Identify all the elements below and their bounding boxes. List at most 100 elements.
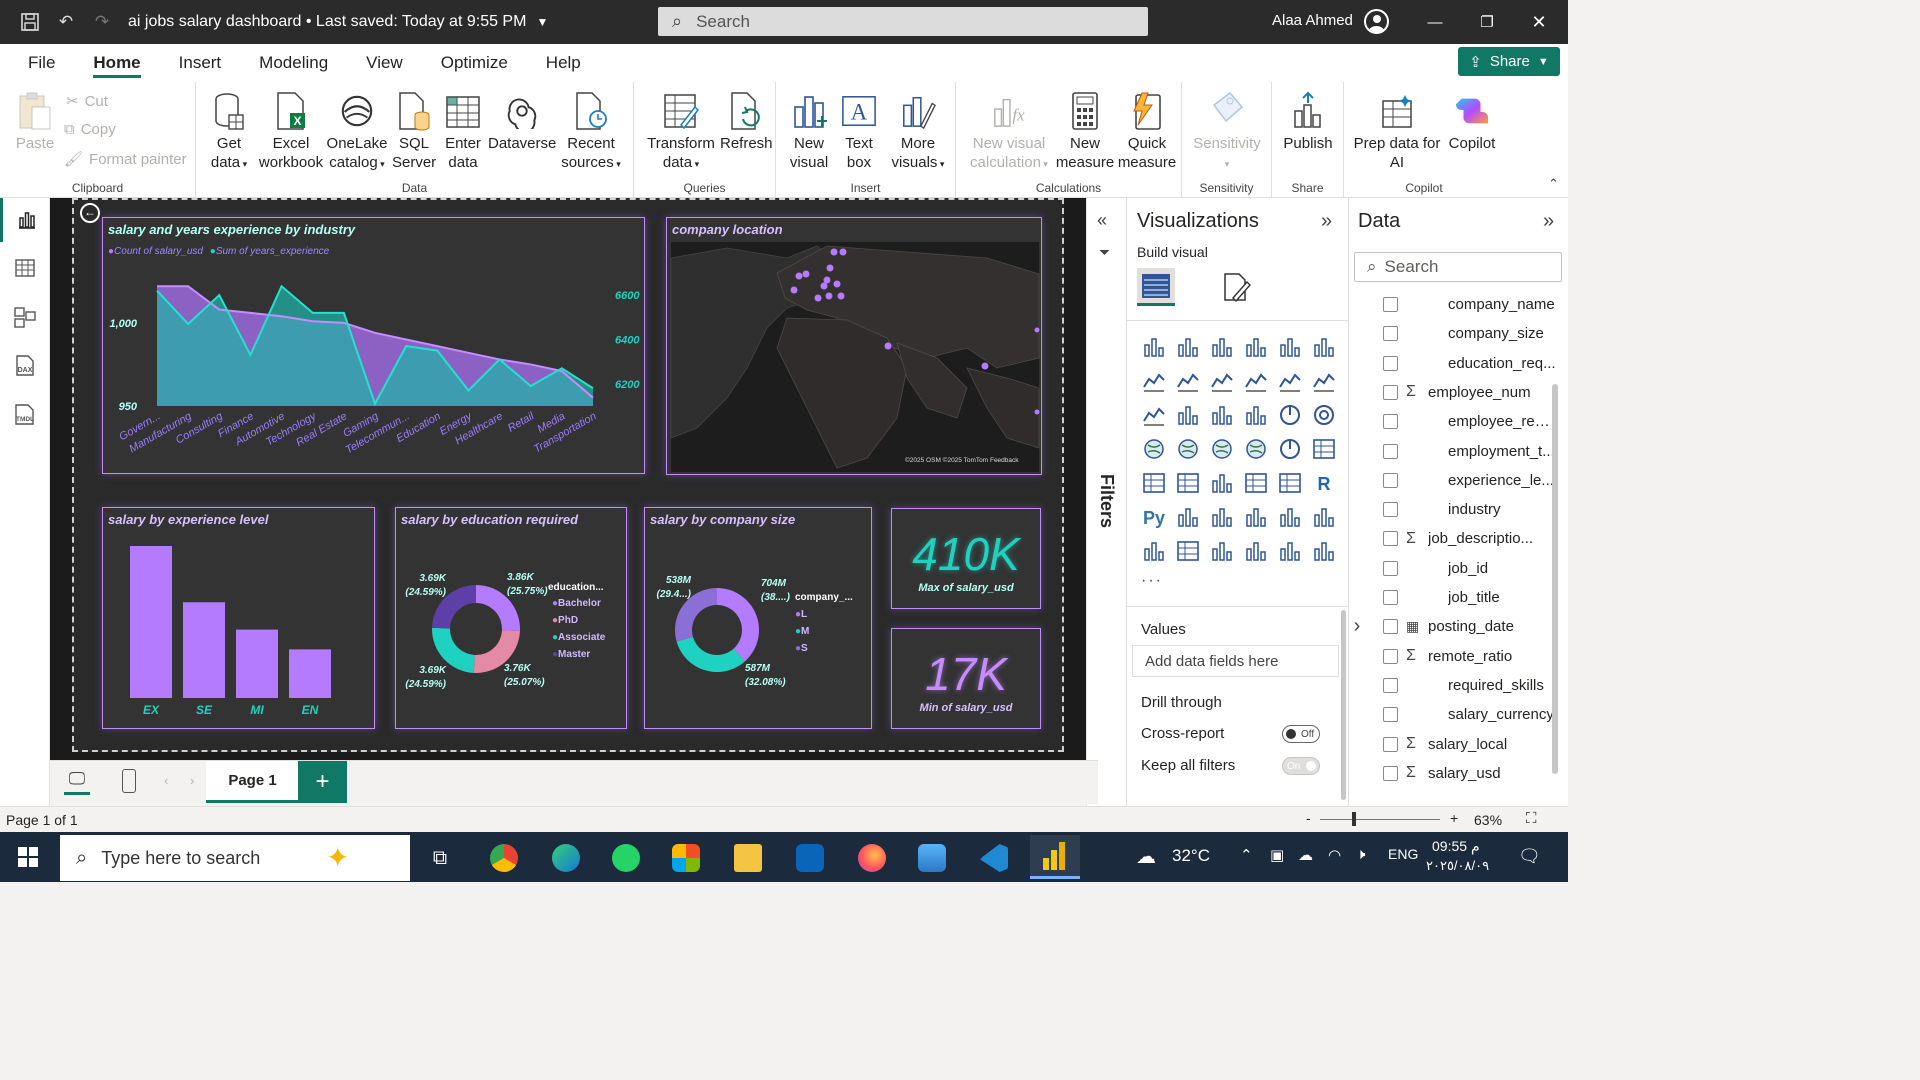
add-page-button[interactable]: + [298, 761, 347, 803]
field-checkbox[interactable] [1383, 384, 1398, 400]
field-row[interactable]: job_title [1349, 583, 1559, 612]
desktop-layout-icon[interactable]: 🖵 [64, 769, 90, 795]
field-checkbox[interactable] [1383, 619, 1398, 635]
map-icon[interactable] [1171, 432, 1205, 466]
title-dropdown-icon[interactable]: ▼ [536, 15, 548, 29]
edge-icon[interactable] [546, 838, 586, 878]
vscode-icon[interactable] [974, 838, 1014, 878]
chevron-right-icon[interactable]: › [1349, 615, 1365, 638]
field-checkbox[interactable] [1383, 502, 1398, 518]
100-column-icon[interactable] [1307, 330, 1341, 364]
dax-query-view-icon[interactable]: DAX [0, 344, 50, 388]
menu-file[interactable]: File [0, 44, 74, 82]
mobile-layout-icon[interactable] [122, 769, 136, 793]
windows-start-icon[interactable] [18, 847, 38, 867]
gauge-icon[interactable] [1273, 432, 1307, 466]
field-row[interactable]: employee_resi... [1349, 407, 1559, 436]
azure-map-icon[interactable] [1239, 432, 1273, 466]
collapse-ribbon-icon[interactable]: ⌃ [1548, 176, 1559, 192]
area-chart-visual[interactable]: 950 1,000 6200 6400 6600 Govern... Manufacturi… [102, 217, 645, 474]
pie-chart-icon[interactable] [1273, 398, 1307, 432]
enter-data-button[interactable]: Enter data [440, 90, 486, 172]
matrix-icon[interactable] [1273, 466, 1307, 500]
zoom-out-icon[interactable]: - [1306, 810, 1311, 826]
field-row[interactable]: employment_t... [1349, 437, 1559, 466]
ribbon-chart-icon[interactable] [1137, 398, 1171, 432]
report-view-icon[interactable] [0, 198, 50, 242]
dataverse-button[interactable]: Dataverse [488, 90, 556, 153]
avatar-icon[interactable] [1364, 9, 1389, 34]
table-view-icon[interactable] [0, 246, 50, 290]
menu-home[interactable]: Home [74, 44, 159, 82]
scatter-icon[interactable] [1239, 398, 1273, 432]
map-visual[interactable]: company location ©2025 OSM ©2025 TomTom … [666, 217, 1042, 475]
waterfall-icon[interactable] [1171, 398, 1205, 432]
language-indicator[interactable]: ENG [1388, 846, 1418, 862]
narrative-icon[interactable] [1307, 534, 1341, 568]
stacked-bar-icon[interactable] [1137, 330, 1171, 364]
filled-map-icon[interactable] [1205, 432, 1239, 466]
data-scrollbar[interactable] [1552, 384, 1558, 774]
line-column-icon[interactable] [1273, 364, 1307, 398]
slicer-icon[interactable] [1205, 466, 1239, 500]
field-checkbox[interactable] [1383, 590, 1398, 605]
field-row[interactable]: › ▦ posting_date [1349, 612, 1559, 641]
expand-filters-icon[interactable]: « [1097, 210, 1107, 231]
whatsapp-icon[interactable] [606, 838, 646, 878]
field-row[interactable]: Σremote_ratio [1349, 642, 1559, 671]
field-checkbox[interactable] [1383, 326, 1398, 342]
field-row[interactable]: company_size [1349, 319, 1559, 348]
card-icon[interactable] [1307, 432, 1341, 466]
minimize-icon[interactable]: — [1408, 0, 1462, 44]
app-icon[interactable] [912, 838, 952, 878]
onedrive-icon[interactable]: ☁ [1298, 846, 1313, 864]
field-checkbox[interactable] [1383, 677, 1398, 693]
stacked-column-icon[interactable] [1171, 330, 1205, 364]
field-checkbox[interactable] [1383, 736, 1398, 752]
build-visual-tab[interactable] [1137, 268, 1175, 306]
new-measure-button[interactable]: New measure [1054, 90, 1116, 172]
task-view-icon[interactable]: ⧉ [420, 838, 460, 878]
menu-insert[interactable]: Insert [160, 44, 241, 82]
tray-app-icon[interactable]: ▣ [1270, 846, 1284, 864]
menu-help[interactable]: Help [527, 44, 600, 82]
field-row[interactable]: company_name [1349, 290, 1559, 319]
prev-page-icon[interactable]: ‹ [164, 773, 168, 788]
format-painter-button[interactable]: 🖌 Format painter [64, 150, 187, 169]
next-page-icon[interactable]: › [190, 773, 194, 788]
paste-button[interactable]: Paste [12, 90, 58, 153]
line-clustered-column-icon[interactable] [1307, 364, 1341, 398]
100-bar-icon[interactable] [1273, 330, 1307, 364]
line-chart-icon[interactable] [1137, 364, 1171, 398]
field-row[interactable]: salary_currency [1349, 700, 1559, 729]
transform-data-button[interactable]: Transform data ▾ [644, 90, 718, 174]
back-icon[interactable]: ← [80, 203, 100, 223]
page-tab-1[interactable]: Page 1 [206, 761, 299, 803]
redo-icon[interactable]: ↷ [84, 0, 120, 44]
table-icon[interactable] [1239, 466, 1273, 500]
tmdl-view-icon[interactable]: TMDL [0, 393, 50, 437]
key-influencers-icon[interactable] [1171, 500, 1205, 534]
kpi-icon[interactable] [1171, 466, 1205, 500]
save-icon[interactable] [12, 0, 48, 44]
power-bi-icon[interactable] [1030, 835, 1080, 879]
bar-chart-visual[interactable]: salary by experience level EX SE MI EN [102, 507, 375, 729]
metrics-icon[interactable] [1307, 500, 1341, 534]
text-box-button[interactable]: A Text box [836, 90, 882, 172]
chrome-icon[interactable] [484, 838, 524, 878]
close-icon[interactable]: ✕ [1512, 0, 1566, 44]
funnel-icon[interactable] [1205, 398, 1239, 432]
python-visual-icon[interactable]: Py [1137, 500, 1171, 534]
slicer-new-icon[interactable] [1205, 534, 1239, 568]
quick-measure-button[interactable]: Quick measure [1116, 90, 1178, 172]
refresh-button[interactable]: Refresh [720, 90, 773, 153]
card-min-visual[interactable]: 17K Min of salary_usd [891, 628, 1041, 729]
donut-size-visual[interactable]: salary by company size 704M (38....) 587M(… [644, 507, 872, 729]
card-max-visual[interactable]: 410K Max of salary_usd [891, 508, 1041, 609]
new-visual-button[interactable]: New visual [786, 90, 832, 172]
add-data-fields-drop[interactable]: Add data fields here [1132, 645, 1339, 677]
undo-icon[interactable]: ↶ [48, 0, 84, 44]
format-visual-tab[interactable] [1217, 268, 1255, 306]
copilot-button[interactable]: Copilot [1444, 90, 1500, 153]
field-checkbox[interactable] [1383, 414, 1398, 430]
